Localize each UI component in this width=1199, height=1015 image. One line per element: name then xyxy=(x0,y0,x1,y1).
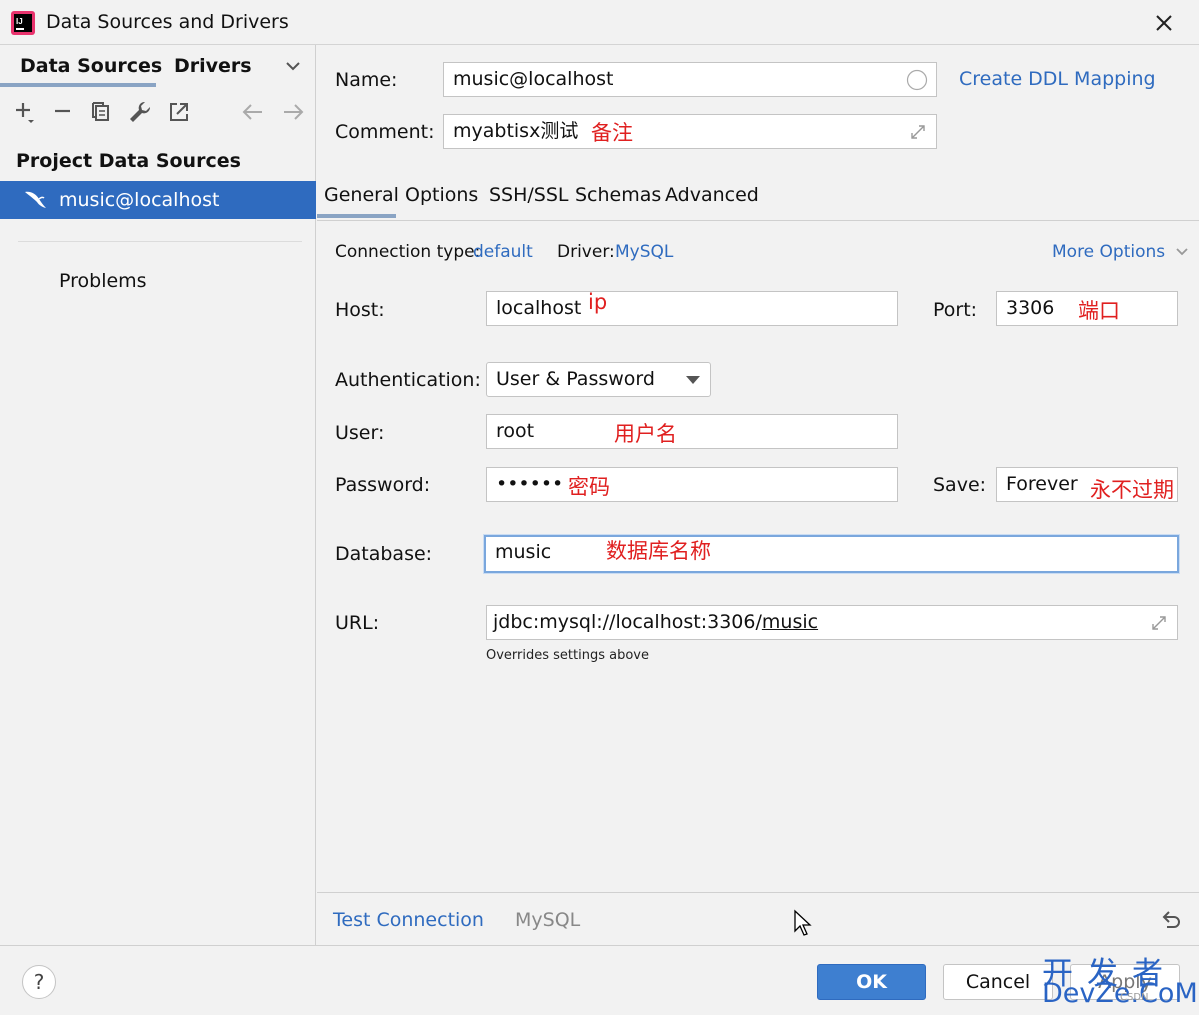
export-icon[interactable] xyxy=(166,99,192,125)
database-annotation: 数据库名称 xyxy=(606,539,711,563)
host-value: localhost xyxy=(496,297,582,319)
chevron-down-icon xyxy=(1175,248,1188,256)
comment-value: myabtisx测试 xyxy=(453,120,579,142)
section-header-project-data-sources: Project Data Sources xyxy=(16,150,241,172)
database-label: Database: xyxy=(335,543,433,565)
remove-icon[interactable] xyxy=(50,99,76,125)
create-ddl-mapping-link[interactable]: Create DDL Mapping xyxy=(959,68,1156,90)
tab-advanced[interactable]: Advanced xyxy=(665,184,759,206)
add-icon[interactable] xyxy=(12,99,38,125)
problems-item[interactable]: Problems xyxy=(59,270,147,292)
divider xyxy=(18,241,302,242)
tab-schemas[interactable]: Schemas xyxy=(575,184,661,206)
url-input[interactable]: jdbc:mysql://localhost:3306/music xyxy=(486,605,1178,640)
port-annotation: 端口 xyxy=(1078,299,1120,323)
comment-label: Comment: xyxy=(335,121,435,143)
expand-icon[interactable] xyxy=(908,122,928,142)
dialog-footer: ? OK Cancel Apply xyxy=(0,945,1199,1015)
save-label: Save: xyxy=(933,474,987,496)
driver-link[interactable]: MySQL xyxy=(615,242,673,262)
name-value: music@localhost xyxy=(453,68,614,90)
save-annotation: 永不过期 xyxy=(1090,478,1174,502)
port-value: 3306 xyxy=(1006,297,1055,319)
connection-type-label: Connection type: xyxy=(335,242,481,262)
close-icon[interactable] xyxy=(1150,9,1178,37)
password-input[interactable]: •••••• xyxy=(486,467,898,502)
back-arrow-icon[interactable] xyxy=(240,99,266,125)
authentication-label: Authentication: xyxy=(335,369,481,391)
more-options-label: More Options xyxy=(1052,242,1166,262)
host-input[interactable]: localhost xyxy=(486,291,898,326)
ok-button[interactable]: OK xyxy=(817,964,926,1000)
user-annotation: 用户名 xyxy=(614,422,677,446)
connection-type-link[interactable]: default xyxy=(473,242,533,262)
cancel-button[interactable]: Cancel xyxy=(943,964,1053,1000)
color-circle-icon[interactable] xyxy=(906,69,928,91)
right-panel: Name: music@localhost Create DDL Mapping… xyxy=(317,45,1199,892)
settings-tabs: General Options SSH/SSL Schemas Advanced xyxy=(317,175,1199,221)
password-label: Password: xyxy=(335,474,431,496)
url-prefix: jdbc:mysql://localhost:3306/ xyxy=(493,611,762,633)
password-value: •••••• xyxy=(496,473,564,495)
comment-annotation: 备注 xyxy=(591,121,633,145)
url-label: URL: xyxy=(335,612,380,634)
test-connection-link[interactable]: Test Connection xyxy=(333,909,484,931)
database-value: music xyxy=(495,541,552,563)
save-value: Forever xyxy=(1006,473,1078,495)
tab-general[interactable]: General xyxy=(324,184,399,206)
revert-icon[interactable] xyxy=(1159,909,1183,931)
name-label: Name: xyxy=(335,69,398,91)
duplicate-icon[interactable] xyxy=(88,99,114,125)
authentication-value: User & Password xyxy=(496,368,655,390)
comment-input[interactable]: myabtisx测试 xyxy=(443,114,937,149)
database-input[interactable]: music xyxy=(484,535,1179,573)
title-bar: IJ Data Sources and Drivers xyxy=(0,0,1199,45)
tab-drivers[interactable]: Drivers xyxy=(174,55,252,77)
url-hint: Overrides settings above xyxy=(486,648,649,663)
host-annotation: ip xyxy=(588,290,608,314)
left-tab-strip: Data Sources Drivers xyxy=(0,45,316,87)
port-label: Port: xyxy=(933,299,978,321)
driver-label: Driver: xyxy=(557,242,615,262)
bottom-bar: Test Connection MySQL xyxy=(317,892,1199,945)
user-label: User: xyxy=(335,422,385,444)
left-panel: Data Sources Drivers Project Data Source… xyxy=(0,45,316,945)
apply-button[interactable]: Apply xyxy=(1070,964,1180,1000)
data-source-item[interactable]: music@localhost xyxy=(0,181,316,219)
mouse-cursor-icon xyxy=(794,909,812,936)
chevron-down-icon[interactable] xyxy=(284,59,302,73)
driver-name: MySQL xyxy=(515,909,581,931)
forward-arrow-icon[interactable] xyxy=(280,99,306,125)
authentication-select[interactable]: User & Password xyxy=(486,362,711,397)
tab-options[interactable]: Options xyxy=(405,184,478,206)
dropdown-arrow-icon xyxy=(686,376,700,384)
mysql-dolphin-icon xyxy=(25,191,46,208)
left-toolbar xyxy=(0,95,316,129)
svg-text:IJ: IJ xyxy=(16,17,23,26)
host-label: Host: xyxy=(335,299,385,321)
wrench-icon[interactable] xyxy=(127,99,153,125)
active-tab-indicator xyxy=(0,83,156,87)
window-title: Data Sources and Drivers xyxy=(46,11,289,33)
expand-icon[interactable] xyxy=(1149,613,1169,633)
active-tab-indicator xyxy=(317,214,396,218)
intellij-idea-icon: IJ xyxy=(11,11,35,35)
url-database: music xyxy=(761,611,819,633)
user-input[interactable]: root xyxy=(486,414,898,449)
user-value: root xyxy=(496,420,535,442)
name-input[interactable]: music@localhost xyxy=(443,62,937,97)
more-options-link[interactable]: More Options xyxy=(1052,242,1189,262)
password-annotation: 密码 xyxy=(568,475,610,499)
data-source-label: music@localhost xyxy=(59,189,220,211)
tab-ssh-ssl[interactable]: SSH/SSL xyxy=(489,184,569,206)
tab-data-sources[interactable]: Data Sources xyxy=(20,55,162,77)
help-button[interactable]: ? xyxy=(22,965,56,999)
